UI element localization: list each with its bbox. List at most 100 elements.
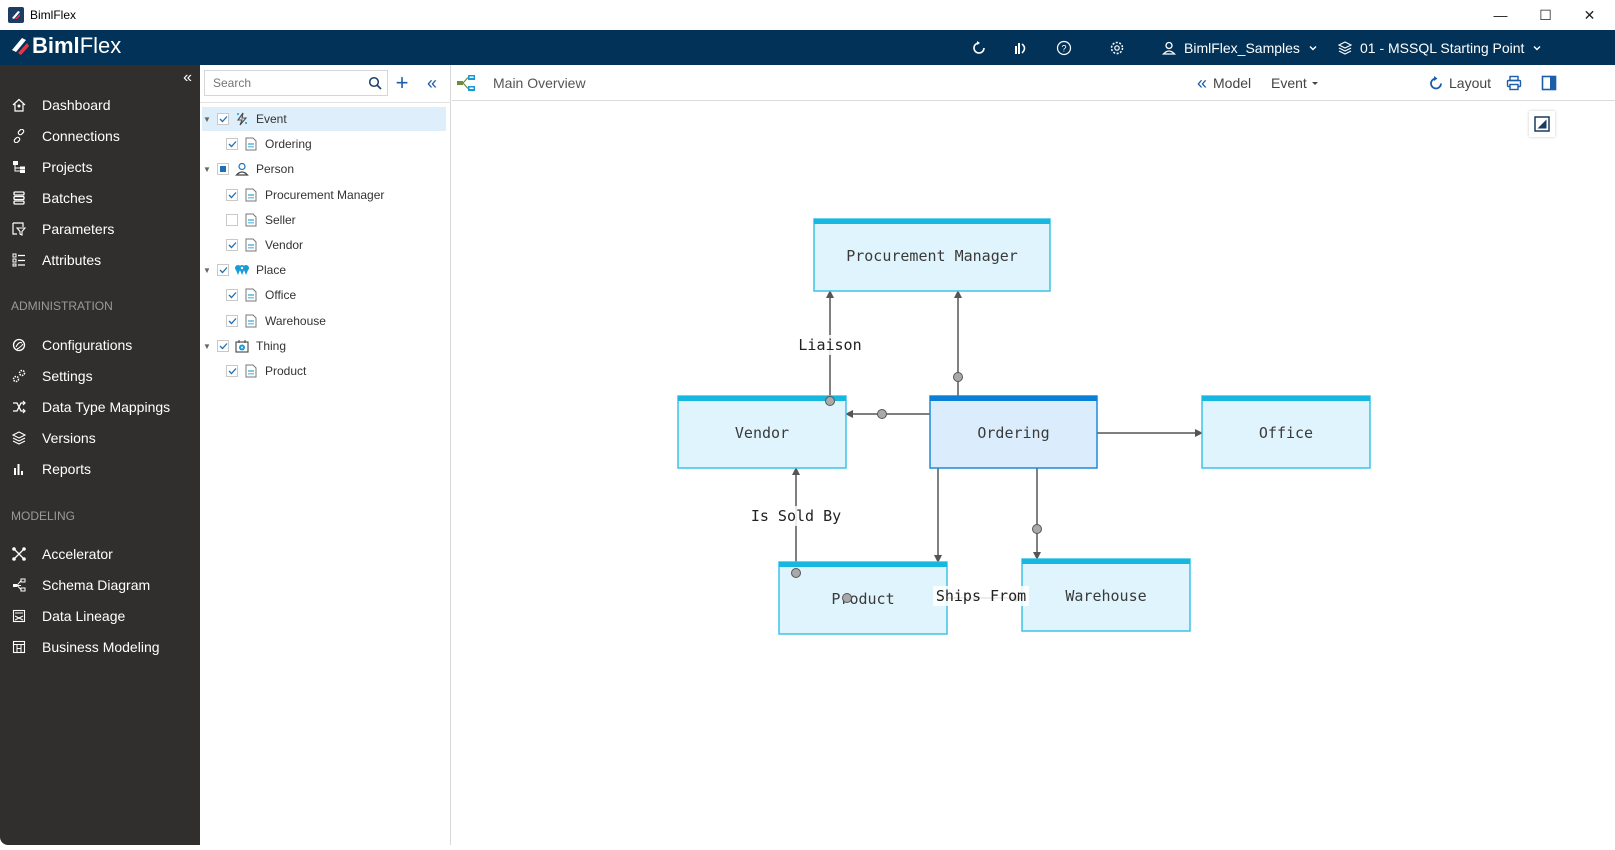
person-icon [234, 161, 250, 177]
brand-logo[interactable]: Biml Flex [10, 33, 121, 59]
tree-checkbox[interactable] [226, 138, 238, 150]
sidebar-item-dashboard[interactable]: Dashboard [0, 91, 200, 119]
tree-item-person[interactable]: ▼ Person [202, 157, 446, 181]
entity-header-bar [814, 219, 1050, 224]
sidebar-item-reports[interactable]: Reports [0, 455, 200, 483]
document-icon [243, 287, 259, 303]
tree-item-vendor[interactable]: Vendor [202, 233, 446, 257]
expand-caret-icon[interactable]: ▼ [202, 342, 212, 351]
search-input[interactable] [205, 76, 368, 90]
sidebar-item-accelerator[interactable]: Accelerator [0, 540, 200, 568]
maximize-button[interactable]: ☐ [1523, 0, 1568, 30]
close-button[interactable]: ✕ [1567, 0, 1612, 30]
tree-item-label: Seller [265, 213, 296, 227]
diagram-svg[interactable]: Procurement Manager Vendor Ordering Office P… [452, 101, 1615, 845]
chevron-double-left-icon: « [1197, 72, 1208, 93]
sidebar-item-parameters[interactable]: Parameters [0, 215, 200, 243]
lineage-icon [10, 609, 28, 623]
relationship-optional-dot [825, 396, 835, 406]
tree-checkbox[interactable] [226, 214, 238, 226]
sidebar-item-label: Configurations [42, 337, 133, 353]
sidebar-item-batches[interactable]: Batches [0, 184, 200, 212]
tree-item-seller[interactable]: Seller [202, 208, 446, 232]
sidebar-item-label: Versions [42, 430, 96, 446]
tree-checkbox[interactable] [217, 340, 229, 352]
tree-checkbox[interactable] [226, 189, 238, 201]
parameters-icon [10, 222, 28, 236]
version-selector[interactable]: 01 - MSSQL Starting Point [1338, 30, 1542, 65]
customer-selector[interactable]: BimlFlex_Samples [1162, 30, 1318, 65]
stats-button[interactable] [1010, 30, 1032, 65]
tree-checkbox[interactable] [226, 315, 238, 327]
minimize-button[interactable]: — [1478, 0, 1523, 30]
filter-dropdown[interactable]: Event [1271, 65, 1319, 101]
caret-down-icon [1311, 82, 1318, 85]
sidebar-item-configurations[interactable]: Configurations [0, 331, 200, 359]
tree-checkbox[interactable] [217, 113, 229, 125]
refresh-button[interactable] [968, 30, 990, 65]
tree-checkbox[interactable] [226, 239, 238, 251]
sidebar: « Dashboard Connections Projects Batches… [0, 65, 200, 845]
tree-item-ordering[interactable]: Ordering [202, 132, 446, 156]
sidebar-item-versions[interactable]: Versions [0, 424, 200, 452]
tree-item-procurement-manager[interactable]: Procurement Manager [202, 183, 446, 207]
diagram-canvas[interactable]: Procurement Manager Vendor Ordering Office P… [452, 101, 1615, 845]
check-icon [228, 242, 236, 249]
entity-label: Vendor [735, 424, 789, 442]
toggle-panel-button[interactable] [1541, 65, 1557, 101]
expand-caret-icon[interactable]: ▼ [202, 165, 212, 174]
model-label: Model [1213, 75, 1252, 91]
tree-item-place[interactable]: ▼ Place [202, 258, 446, 282]
minimize-icon: — [1493, 7, 1508, 23]
expand-caret-icon[interactable]: ▼ [202, 115, 212, 124]
sidebar-item-data-type-mappings[interactable]: Data Type Mappings [0, 393, 200, 421]
bar-chart-icon [10, 462, 28, 476]
relationship-optional-dot [877, 409, 887, 419]
sidebar-item-data-lineage[interactable]: Data Lineage [0, 602, 200, 630]
help-button[interactable]: ? [1053, 30, 1075, 65]
sidebar-collapse-button[interactable]: « [183, 69, 192, 87]
window-title: BimlFlex [30, 8, 77, 22]
app-logo-icon [8, 7, 24, 23]
relationship-label: Liaison [798, 336, 861, 354]
tree-item-event[interactable]: ▼ Event [202, 107, 446, 131]
sidebar-item-schema-diagram[interactable]: Schema Diagram [0, 571, 200, 599]
search-box[interactable] [204, 70, 388, 96]
add-button[interactable]: + [392, 70, 412, 96]
refresh-icon [1430, 76, 1442, 90]
entity-tree-panel: + « ▼ Event Ordering ▼ Person Procurement Man… [200, 65, 451, 845]
relationship-optional-dot [953, 372, 963, 382]
sidebar-item-attributes[interactable]: Attributes [0, 246, 200, 274]
layout-button[interactable]: Layout [1429, 65, 1491, 101]
print-button[interactable] [1506, 65, 1522, 101]
document-icon [243, 363, 259, 379]
sidebar-item-settings[interactable]: Settings [0, 362, 200, 390]
tree-checkbox[interactable] [217, 163, 229, 175]
brand-mark-icon [12, 38, 29, 55]
attributes-icon [10, 253, 28, 267]
expand-caret-icon[interactable]: ▼ [202, 266, 212, 275]
sidebar-item-connections[interactable]: Connections [0, 122, 200, 150]
home-icon [10, 98, 28, 112]
tree-checkbox[interactable] [217, 264, 229, 276]
collapse-tree-button[interactable]: « [422, 70, 442, 96]
tree-item-warehouse[interactable]: Warehouse [202, 309, 446, 333]
tree-checkbox[interactable] [226, 365, 238, 377]
tree-item-label: Procurement Manager [265, 188, 385, 202]
entity-label: Procurement Manager [846, 247, 1018, 265]
document-icon [243, 237, 259, 253]
search-icon[interactable] [368, 76, 382, 90]
model-toggle-button[interactable]: « Model [1197, 65, 1251, 101]
tree-checkbox[interactable] [226, 289, 238, 301]
brand-light: Flex [79, 33, 122, 58]
sidebar-item-business-modeling[interactable]: Business Modeling [0, 633, 200, 661]
tree-item-product[interactable]: Product [202, 359, 446, 383]
tree-item-label: Thing [256, 339, 287, 353]
app-header: Biml Flex ? BimlFlex_Samples 01 - MSSQL S… [0, 30, 1615, 65]
brand-bold: Biml [32, 33, 80, 58]
tree-item-office[interactable]: Office [202, 283, 446, 307]
tree-item-thing[interactable]: ▼ Thing [202, 334, 446, 358]
sidebar-item-projects[interactable]: Projects [0, 153, 200, 181]
settings-button[interactable] [1106, 30, 1128, 65]
entity-header-bar [678, 396, 846, 401]
